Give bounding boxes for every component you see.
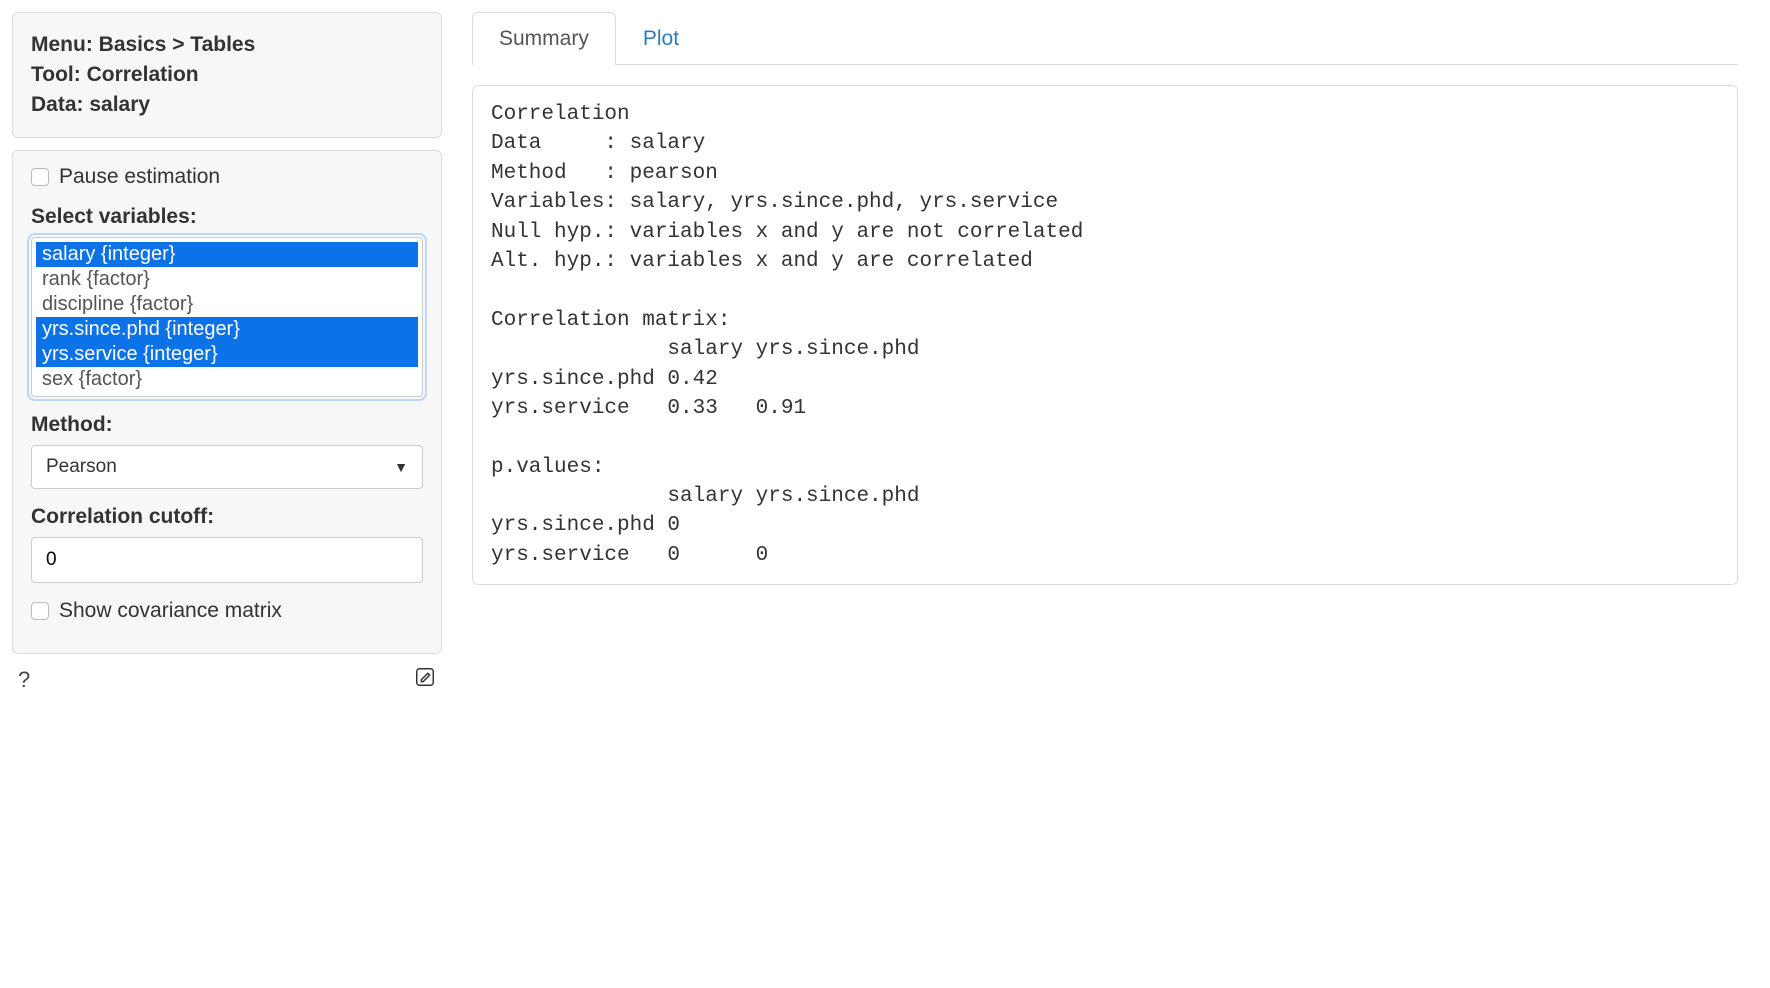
method-selected-value: Pearson xyxy=(46,456,117,478)
variable-option[interactable]: sex {factor} xyxy=(36,367,418,392)
cutoff-label: Correlation cutoff: xyxy=(31,505,423,529)
select-variables-label: Select variables: xyxy=(31,205,423,229)
variable-option[interactable]: rank {factor} xyxy=(36,267,418,292)
covariance-label: Show covariance matrix xyxy=(59,599,282,623)
tab-plot[interactable]: Plot xyxy=(616,12,706,65)
tab-summary[interactable]: Summary xyxy=(472,12,616,65)
variables-multiselect[interactable]: salary {integer}rank {factor}discipline … xyxy=(31,237,423,397)
covariance-row[interactable]: Show covariance matrix xyxy=(31,599,423,623)
output-text: Correlation Data : salary Method : pears… xyxy=(491,100,1719,570)
chevron-down-icon: ▼ xyxy=(394,459,408,475)
method-label: Method: xyxy=(31,413,423,437)
info-panel: Menu: Basics > Tables Tool: Correlation … xyxy=(12,12,442,138)
output-tabs: Summary Plot xyxy=(472,12,1738,65)
edit-icon[interactable] xyxy=(414,666,436,694)
pause-estimation-row[interactable]: Pause estimation xyxy=(31,165,423,189)
covariance-checkbox[interactable] xyxy=(31,602,49,620)
pause-estimation-label: Pause estimation xyxy=(59,165,220,189)
controls-panel: Pause estimation Select variables: salar… xyxy=(12,150,442,654)
variable-option[interactable]: salary {integer} xyxy=(36,242,418,267)
help-icon[interactable]: ? xyxy=(18,667,30,693)
method-select[interactable]: Pearson ▼ xyxy=(31,445,423,489)
variable-option[interactable]: discipline {factor} xyxy=(36,292,418,317)
variable-option[interactable]: yrs.service {integer} xyxy=(36,342,418,367)
data-name-label: Data: salary xyxy=(31,93,423,117)
output-panel: Correlation Data : salary Method : pears… xyxy=(472,85,1738,585)
pause-estimation-checkbox[interactable] xyxy=(31,168,49,186)
menu-breadcrumb: Menu: Basics > Tables xyxy=(31,33,423,57)
variable-option[interactable]: yrs.since.phd {integer} xyxy=(36,317,418,342)
cutoff-input[interactable] xyxy=(31,537,423,583)
tool-name: Tool: Correlation xyxy=(31,63,423,87)
